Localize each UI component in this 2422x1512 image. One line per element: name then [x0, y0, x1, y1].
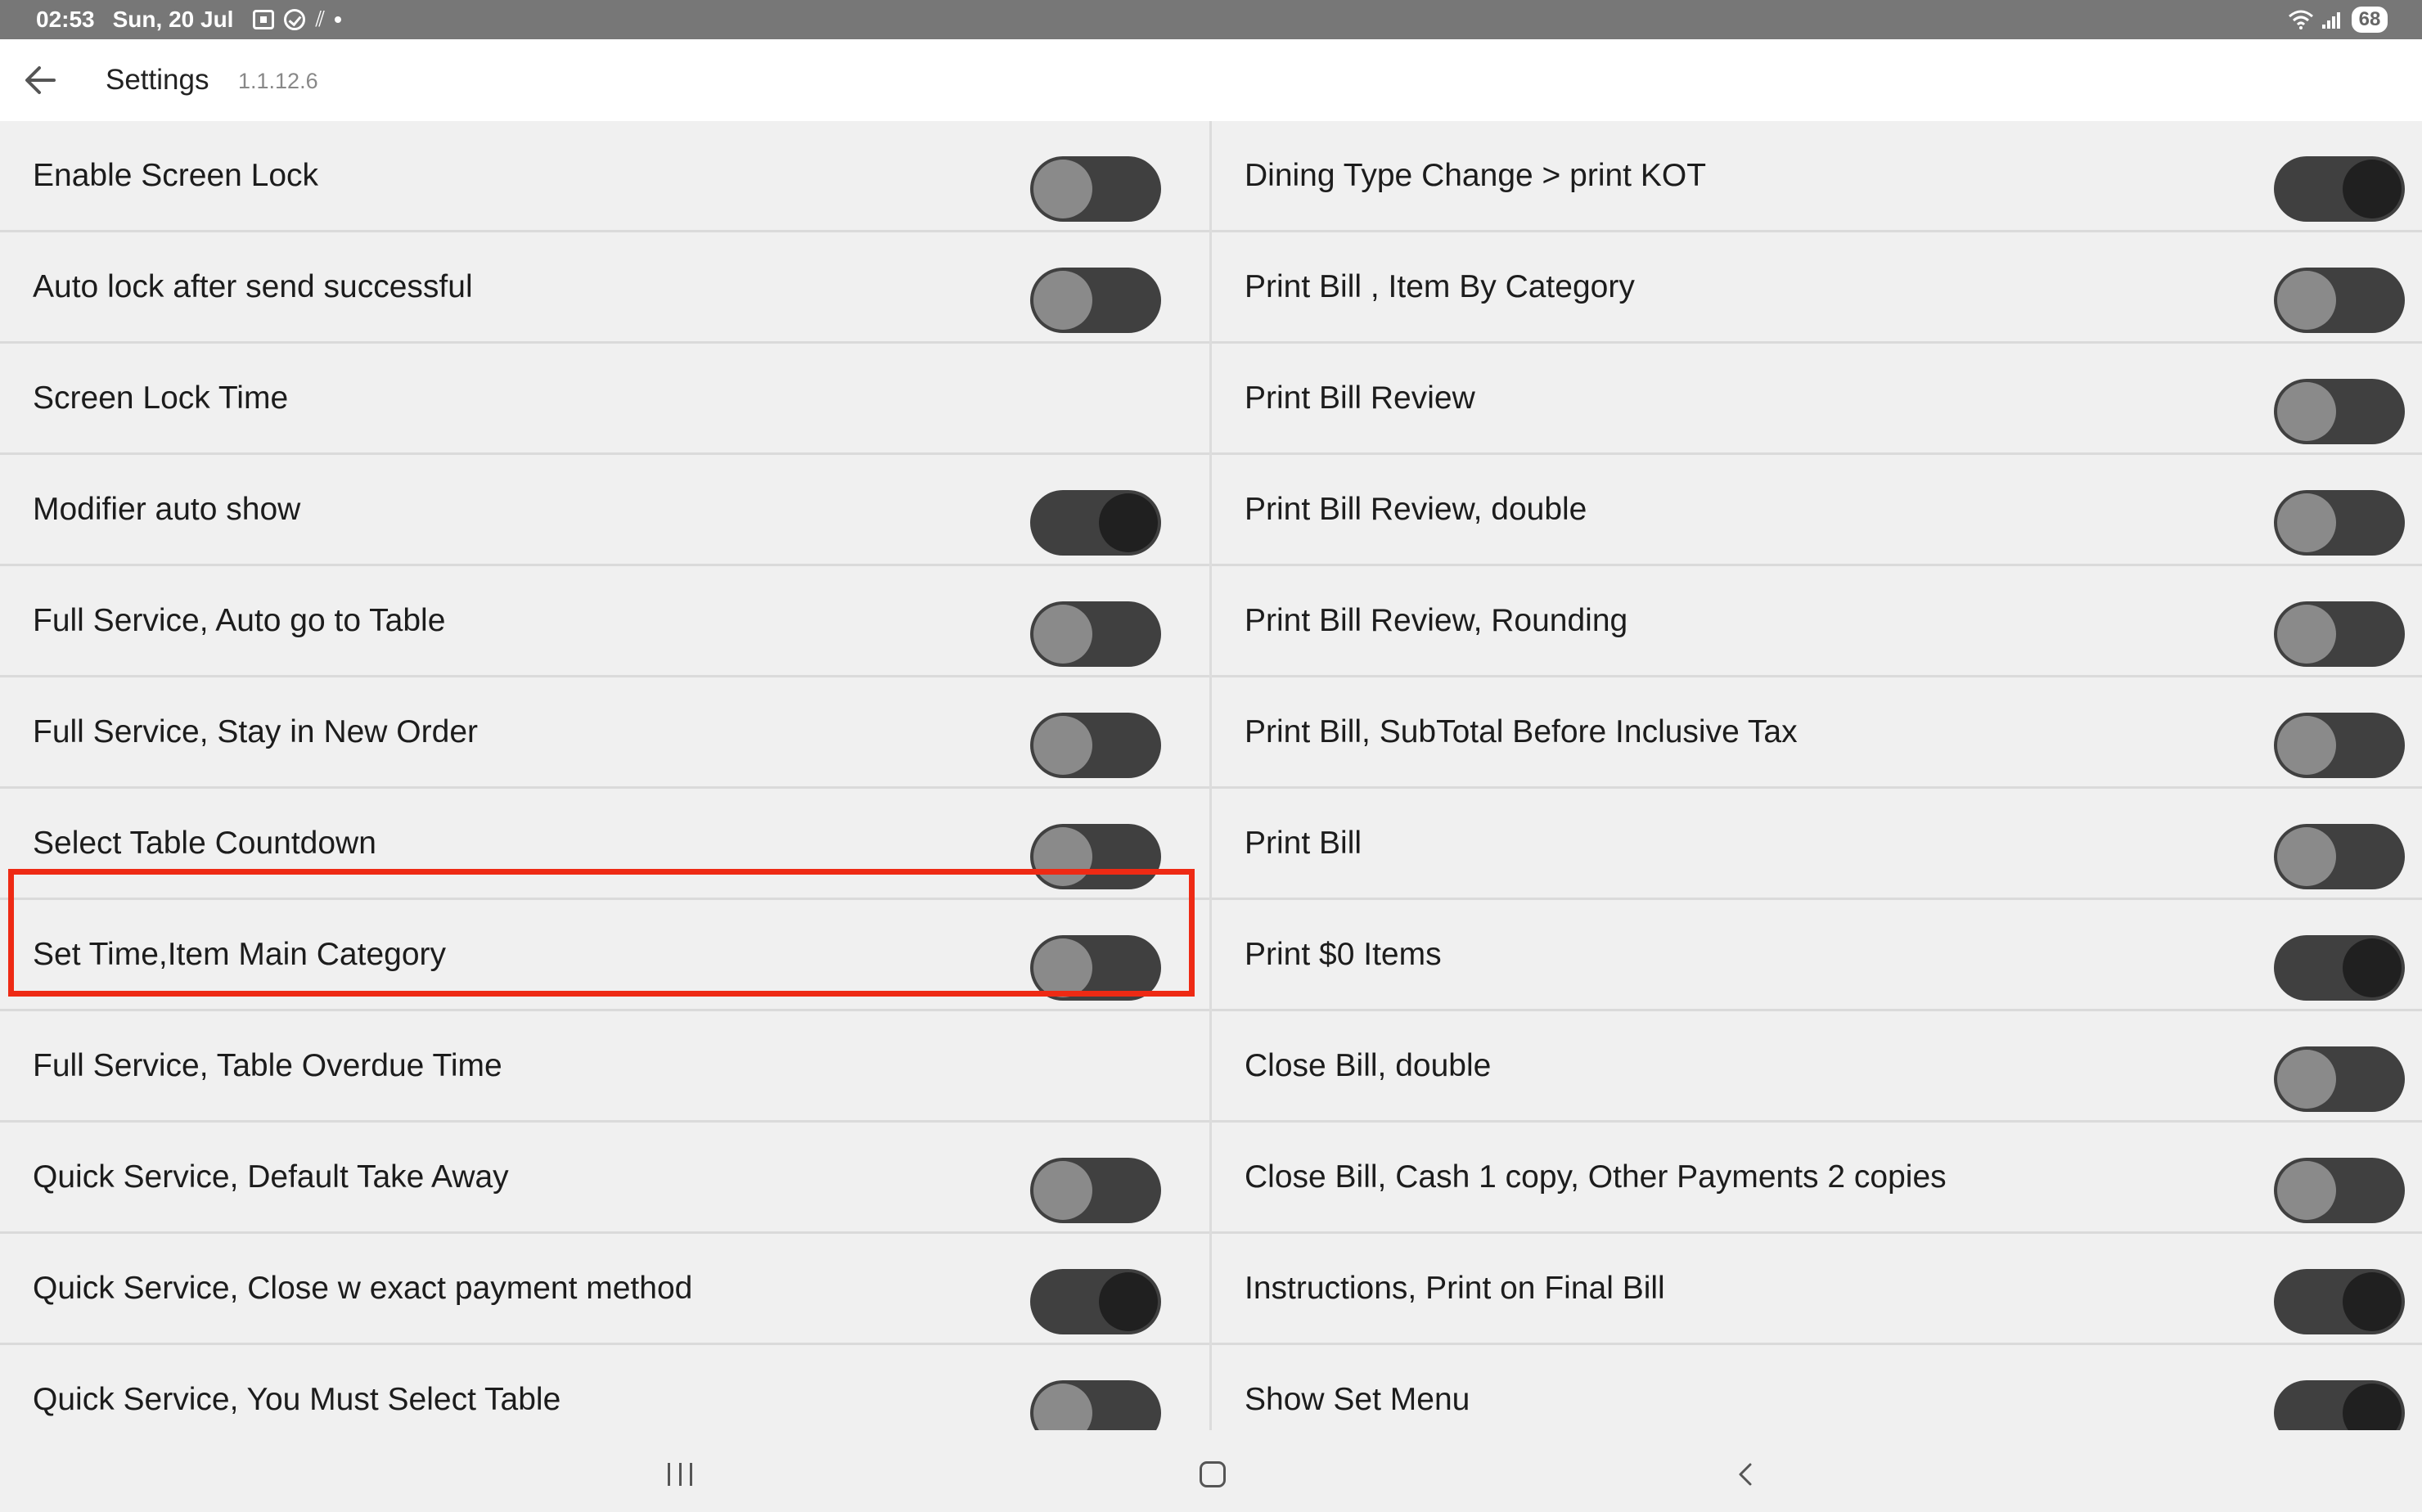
setting-label: Enable Screen Lock — [33, 157, 319, 193]
setting-row-print-bill-review[interactable]: Print Bill Review — [1212, 344, 2422, 455]
setting-row-instructions-print-on-final-bill[interactable]: Instructions, Print on Final Bill — [1212, 1234, 2422, 1345]
setting-label: Close Bill, double — [1245, 1047, 1492, 1083]
setting-label: Print Bill — [1245, 825, 1362, 861]
signal-icon — [2321, 11, 2340, 29]
toggle-switch[interactable] — [1030, 156, 1161, 222]
setting-row-print-bill-subtotal-before-inclusive-tax[interactable]: Print Bill, SubTotal Before Inclusive Ta… — [1212, 677, 2422, 789]
toggle-knob — [2343, 160, 2402, 218]
more-dot-icon — [335, 16, 342, 23]
toggle-switch[interactable] — [1030, 268, 1161, 333]
toggle-knob — [1033, 160, 1092, 218]
setting-row-quick-service-close-w-exact-payment-method[interactable]: Quick Service, Close w exact payment met… — [0, 1234, 1209, 1345]
toggle-switch[interactable] — [2274, 601, 2405, 667]
setting-label: Print Bill, SubTotal Before Inclusive Ta… — [1245, 713, 1798, 749]
back-arrow-icon[interactable] — [18, 57, 64, 103]
check-circle-icon — [284, 9, 306, 30]
setting-label: Instructions, Print on Final Bill — [1245, 1270, 1665, 1306]
toggle-knob — [2277, 716, 2336, 775]
setting-label: Print Bill , Item By Category — [1245, 268, 1635, 304]
setting-row-full-service-table-overdue-time[interactable]: Full Service, Table Overdue Time — [0, 1011, 1209, 1123]
setting-row-screen-lock-time[interactable]: Screen Lock Time — [0, 344, 1209, 455]
status-date: Sun, 20 Jul — [112, 7, 234, 32]
setting-label: Print Bill Review, Rounding — [1245, 602, 1628, 638]
toggle-switch[interactable] — [1030, 713, 1161, 778]
setting-label: Print Bill Review, double — [1245, 491, 1587, 527]
toggle-switch[interactable] — [1030, 1158, 1161, 1223]
setting-row-full-service-auto-go-to-table[interactable]: Full Service, Auto go to Table — [0, 566, 1209, 677]
setting-row-auto-lock-after-send-successful[interactable]: Auto lock after send successful — [0, 232, 1209, 344]
toggle-switch[interactable] — [2274, 156, 2405, 222]
setting-label: Full Service, Table Overdue Time — [33, 1047, 502, 1083]
setting-label: Dining Type Change > print KOT — [1245, 157, 1707, 193]
setting-label: Print $0 Items — [1245, 936, 1442, 972]
screenshot-icon — [253, 10, 275, 29]
setting-label: Quick Service, Default Take Away — [33, 1159, 509, 1195]
toggle-switch[interactable] — [2274, 824, 2405, 889]
setting-row-print-bill-review-double[interactable]: Print Bill Review, double — [1212, 455, 2422, 566]
toggle-knob — [2277, 1050, 2336, 1109]
setting-label: Quick Service, Close w exact payment met… — [33, 1270, 693, 1306]
status-time: 02:53 — [36, 7, 95, 32]
setting-row-print-bill-review-rounding[interactable]: Print Bill Review, Rounding — [1212, 566, 2422, 677]
toggle-knob — [1033, 1161, 1092, 1220]
toggle-knob — [1033, 716, 1092, 775]
toggle-knob — [2277, 827, 2336, 886]
setting-label: Modifier auto show — [33, 491, 301, 527]
toggle-knob — [2277, 1161, 2336, 1220]
toggle-switch[interactable] — [1030, 601, 1161, 667]
setting-label: Full Service, Auto go to Table — [33, 602, 446, 638]
toggle-switch[interactable] — [2274, 935, 2405, 1001]
setting-label: Full Service, Stay in New Order — [33, 713, 479, 749]
toggle-knob — [2277, 382, 2336, 441]
wifi-icon — [2289, 10, 2313, 29]
toggle-knob — [2343, 938, 2402, 997]
app-header: Settings 1.1.12.6 — [0, 39, 2422, 121]
setting-row-full-service-stay-in-new-order[interactable]: Full Service, Stay in New Order — [0, 677, 1209, 789]
toggle-knob — [1099, 1272, 1158, 1331]
navigation-bar — [0, 1430, 2422, 1512]
status-bar: 02:53 Sun, 20 Jul ⫽ 68 — [0, 0, 2422, 39]
toggle-knob — [1033, 271, 1092, 330]
version-label: 1.1.12.6 — [238, 69, 318, 93]
setting-row-close-bill-double[interactable]: Close Bill, double — [1212, 1011, 2422, 1123]
toggle-switch[interactable] — [2274, 379, 2405, 444]
setting-row-dining-type-change-print-kot[interactable]: Dining Type Change > print KOT — [1212, 121, 2422, 232]
setting-label: Screen Lock Time — [33, 380, 289, 416]
setting-label: Print Bill Review — [1245, 380, 1475, 416]
toggle-knob — [2343, 1272, 2402, 1331]
toggle-switch[interactable] — [1030, 1269, 1161, 1334]
setting-label: Auto lock after send successful — [33, 268, 473, 304]
settings-grid: Enable Screen Lock Auto lock after send s… — [0, 121, 2422, 1456]
setting-row-quick-service-default-take-away[interactable]: Quick Service, Default Take Away — [0, 1123, 1209, 1234]
toggle-switch[interactable] — [2274, 713, 2405, 778]
toggle-switch[interactable] — [2274, 268, 2405, 333]
toggle-switch[interactable] — [2274, 490, 2405, 556]
highlight-box — [8, 869, 1195, 997]
page-title: Settings — [106, 64, 209, 96]
toggle-switch[interactable] — [2274, 1158, 2405, 1223]
setting-row-print-bill-item-by-category[interactable]: Print Bill , Item By Category — [1212, 232, 2422, 344]
setting-label: Close Bill, Cash 1 copy, Other Payments … — [1245, 1159, 1947, 1195]
recent-apps-icon[interactable] — [668, 1463, 692, 1486]
setting-row-close-bill-cash-1-copy-other-payments-2-copies[interactable]: Close Bill, Cash 1 copy, Other Payments … — [1212, 1123, 2422, 1234]
home-icon[interactable] — [1200, 1461, 1226, 1487]
hashtag-icon: ⫽ — [315, 7, 326, 31]
setting-row-print-0-items[interactable]: Print $0 Items — [1212, 900, 2422, 1011]
setting-row-modifier-auto-show[interactable]: Modifier auto show — [0, 455, 1209, 566]
toggle-knob — [2277, 605, 2336, 664]
nav-back-icon[interactable] — [1733, 1461, 1759, 1487]
toggle-knob — [1099, 493, 1158, 552]
toggle-knob — [1033, 605, 1092, 664]
toggle-switch[interactable] — [1030, 490, 1161, 556]
battery-icon: 68 — [2352, 7, 2388, 33]
setting-row-enable-screen-lock[interactable]: Enable Screen Lock — [0, 121, 1209, 232]
toggle-switch[interactable] — [2274, 1046, 2405, 1112]
toggle-knob — [2277, 271, 2336, 330]
setting-row-print-bill[interactable]: Print Bill — [1212, 789, 2422, 900]
toggle-knob — [2277, 493, 2336, 552]
toggle-switch[interactable] — [2274, 1269, 2405, 1334]
